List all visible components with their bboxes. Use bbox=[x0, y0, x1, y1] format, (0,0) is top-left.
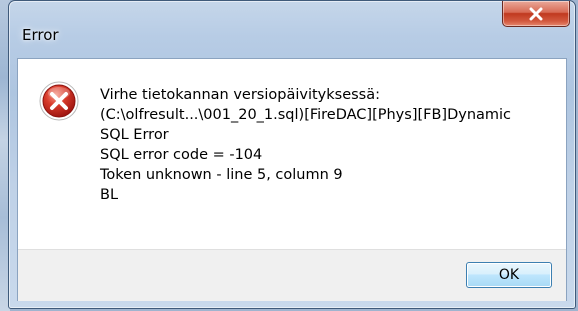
dialog-client-area: Virhe tietokannan versiopäivityksessä: (… bbox=[17, 58, 567, 301]
button-bar: OK bbox=[18, 249, 566, 301]
error-dialog-window: Error Virhe tietokannan versiopäivitykse… bbox=[8, 0, 576, 309]
message-line: SQL error code = -104 bbox=[100, 147, 263, 163]
title-bar[interactable] bbox=[9, 1, 575, 31]
message-line: SQL Error bbox=[100, 127, 169, 143]
error-icon bbox=[39, 81, 79, 121]
message-line: (C:\olfresult...\001_20_1.sql)[FireDAC][… bbox=[100, 107, 512, 123]
close-button[interactable] bbox=[502, 1, 570, 27]
message-area: Virhe tietokannan versiopäivityksessä: (… bbox=[18, 59, 566, 249]
ok-button[interactable]: OK bbox=[466, 262, 552, 288]
window-title: Error bbox=[22, 26, 59, 44]
message-line: BL bbox=[100, 187, 119, 203]
error-message: Virhe tietokannan versiopäivityksessä: (… bbox=[100, 85, 560, 205]
close-icon bbox=[529, 7, 543, 20]
message-line: Token unknown - line 5, column 9 bbox=[100, 167, 343, 183]
message-line: Virhe tietokannan versiopäivityksessä: bbox=[100, 87, 381, 103]
